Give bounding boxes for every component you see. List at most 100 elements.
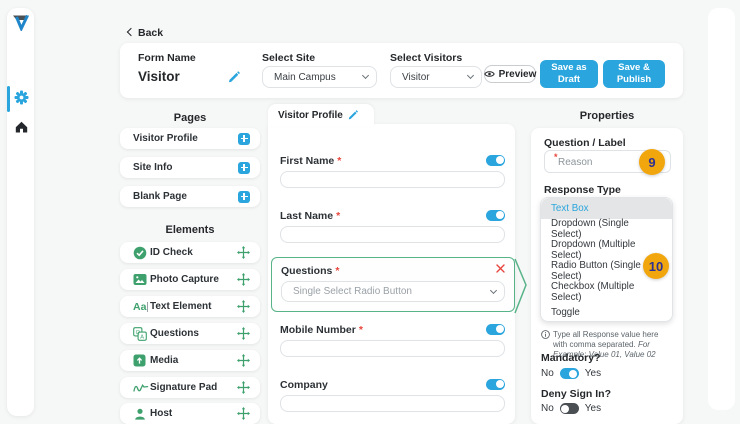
page-item-site-info[interactable]: Site Info bbox=[120, 157, 260, 178]
app-logo[interactable] bbox=[12, 14, 30, 31]
back-label: Back bbox=[138, 27, 164, 39]
element-item-label: Signature Pad bbox=[150, 382, 218, 393]
remove-element-button[interactable] bbox=[496, 264, 505, 273]
site-select[interactable]: Main Campus bbox=[262, 66, 377, 88]
option-checkbox-multiple-select[interactable]: Checkbox (Multiple Select) bbox=[541, 281, 672, 303]
back-button[interactable]: Back bbox=[126, 27, 164, 39]
element-item-signature-pad[interactable]: Signature Pad bbox=[120, 377, 260, 398]
drag-handle-icon[interactable] bbox=[237, 246, 250, 259]
add-page-icon[interactable] bbox=[238, 161, 250, 174]
field-toggle-company[interactable] bbox=[486, 379, 505, 390]
active-nav-indicator bbox=[7, 86, 10, 112]
drag-handle-icon[interactable] bbox=[237, 381, 250, 394]
option-text-box[interactable]: Text Box bbox=[541, 198, 672, 219]
host-icon bbox=[133, 407, 150, 421]
drag-handle-icon[interactable] bbox=[237, 327, 250, 340]
element-item-media[interactable]: Media bbox=[120, 350, 260, 371]
preview-label: Preview bbox=[498, 68, 537, 80]
page-item-visitor-profile[interactable]: Visitor Profile bbox=[120, 128, 260, 149]
field-toggle-mobile-number[interactable] bbox=[486, 324, 505, 335]
drag-handle-icon[interactable] bbox=[237, 300, 250, 313]
site-select-value: Main Campus bbox=[274, 71, 336, 83]
field-label-company: Company bbox=[280, 379, 328, 391]
chevron-down-icon bbox=[466, 71, 475, 80]
question-input-value: Reason bbox=[558, 157, 593, 168]
drag-handle-icon[interactable] bbox=[237, 407, 250, 420]
settings-nav-item[interactable] bbox=[14, 90, 29, 105]
required-asterisk: * bbox=[358, 324, 363, 336]
yes-label: Yes bbox=[584, 368, 602, 379]
element-item-id-check[interactable]: ID Check bbox=[120, 242, 260, 263]
questions-response-value: Single Select Radio Button bbox=[293, 286, 412, 297]
pages-title: Pages bbox=[173, 112, 207, 124]
element-item-label: Photo Capture bbox=[150, 274, 219, 285]
visitors-select[interactable]: Visitor bbox=[390, 66, 482, 88]
field-input-mobile-number[interactable] bbox=[280, 340, 505, 357]
text-element-icon: Aa bbox=[133, 300, 149, 313]
elements-title: Elements bbox=[165, 224, 215, 236]
element-item-label: Questions bbox=[150, 328, 199, 339]
questions-response-select[interactable]: Single Select Radio Button bbox=[281, 281, 505, 302]
gear-icon bbox=[14, 90, 29, 105]
required-asterisk: * bbox=[554, 152, 558, 162]
chevron-down-icon bbox=[361, 71, 370, 80]
step-badge-9: 9 bbox=[639, 149, 665, 175]
step-badge-10: 10 bbox=[643, 253, 669, 279]
field-toggle-last-name[interactable] bbox=[486, 210, 505, 221]
field-input-last-name[interactable] bbox=[280, 226, 505, 243]
eye-icon bbox=[483, 70, 495, 78]
deny-sign-in-toggle-row: No Yes bbox=[541, 403, 601, 414]
save-publish-button[interactable]: Save & Publish bbox=[603, 60, 665, 88]
select-site-label: Select Site bbox=[262, 52, 316, 64]
mandatory-toggle[interactable] bbox=[559, 368, 579, 379]
info-icon bbox=[541, 330, 550, 339]
mandatory-toggle-row: No Yes bbox=[541, 368, 601, 379]
form-name-label: Form Name bbox=[138, 52, 196, 64]
page-item-label: Visitor Profile bbox=[133, 133, 198, 144]
chevron-down-icon bbox=[489, 286, 498, 294]
callout-arrow bbox=[514, 256, 528, 316]
questions-icon: Q A bbox=[133, 326, 150, 341]
page-tab-visitor-profile[interactable]: Visitor Profile bbox=[268, 104, 374, 126]
form-name-value: Visitor bbox=[138, 69, 180, 84]
option-toggle[interactable]: Toggle bbox=[541, 302, 672, 323]
element-item-host[interactable]: Host bbox=[120, 403, 260, 424]
field-input-first-name[interactable] bbox=[280, 171, 505, 188]
element-item-label: ID Check bbox=[150, 247, 193, 258]
drag-handle-icon[interactable] bbox=[237, 354, 250, 367]
app-window: Back Form Name Visitor Select Site Main … bbox=[0, 0, 740, 424]
add-page-icon[interactable] bbox=[238, 132, 250, 145]
edit-form-name-button[interactable] bbox=[228, 71, 240, 83]
pencil-icon[interactable] bbox=[348, 110, 358, 120]
option-dropdown-single-select[interactable]: Dropdown (Single Select) bbox=[541, 218, 672, 240]
left-rail bbox=[7, 8, 34, 416]
home-icon bbox=[15, 121, 28, 133]
field-label-mobile-number: Mobile Number * bbox=[280, 324, 363, 336]
required-asterisk: * bbox=[336, 210, 341, 222]
save-draft-button[interactable]: Save as Draft bbox=[540, 60, 598, 88]
element-item-questions[interactable]: Q A Questions bbox=[120, 323, 260, 344]
preview-button[interactable]: Preview bbox=[483, 65, 537, 83]
select-visitors-label: Select Visitors bbox=[390, 52, 463, 64]
element-item-text-element[interactable]: Aa Text Element bbox=[120, 296, 260, 317]
required-asterisk: * bbox=[337, 155, 342, 167]
element-item-label: Host bbox=[150, 408, 173, 419]
tab-label: Visitor Profile bbox=[278, 109, 343, 121]
close-icon bbox=[496, 264, 505, 273]
question-label: Question / Label bbox=[544, 137, 626, 149]
drag-handle-icon[interactable] bbox=[237, 273, 250, 286]
field-input-company[interactable] bbox=[280, 395, 505, 412]
element-item-label: Text Element bbox=[150, 301, 212, 312]
element-item-photo-capture[interactable]: Photo Capture bbox=[120, 269, 260, 290]
field-label-last-name: Last Name * bbox=[280, 210, 341, 222]
pencil-icon bbox=[228, 71, 240, 83]
page-item-blank-page[interactable]: Blank Page bbox=[120, 186, 260, 207]
element-item-label: Media bbox=[150, 355, 179, 366]
add-page-icon[interactable] bbox=[238, 190, 250, 203]
deny-sign-in-toggle[interactable] bbox=[559, 403, 579, 414]
field-label-questions: Questions * bbox=[281, 265, 340, 277]
deny-sign-in-label: Deny Sign In? bbox=[541, 388, 612, 400]
home-nav-item[interactable] bbox=[15, 121, 28, 133]
field-toggle-first-name[interactable] bbox=[486, 155, 505, 166]
response-type-label: Response Type bbox=[544, 184, 621, 196]
